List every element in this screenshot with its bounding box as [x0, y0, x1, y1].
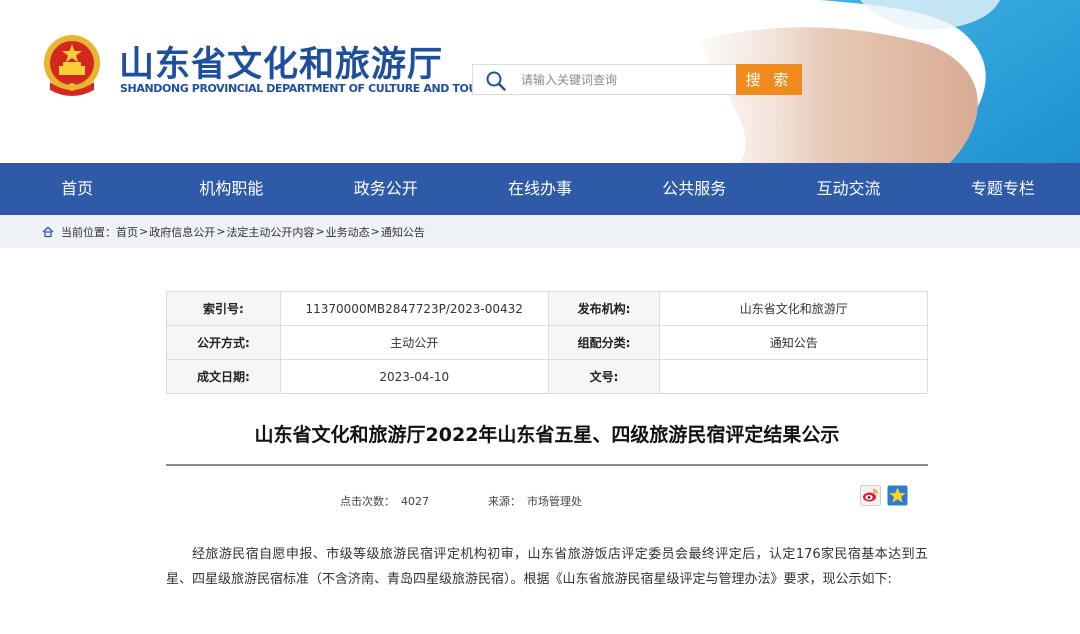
nav-item-home[interactable]: 首页: [0, 163, 154, 215]
search-icon: [486, 71, 506, 91]
breadcrumb-link-statutory[interactable]: 法定主动公开内容: [226, 224, 314, 240]
index-label: 索引号:: [166, 291, 281, 326]
article-body: 经旅游民宿自愿申报、市级等级旅游民宿评定机构初审，山东省旅游饭店评定委员会最终评…: [166, 547, 928, 587]
breadcrumb-separator: >: [139, 225, 149, 238]
breadcrumb-link-gov-info[interactable]: 政府信息公开: [149, 224, 215, 240]
nav-item-government-affairs[interactable]: 政务公开: [309, 163, 463, 215]
breadcrumb-link-home[interactable]: 首页: [116, 224, 138, 240]
search-input[interactable]: [521, 67, 731, 92]
publisher-value: 山东省文化和旅游厅: [659, 291, 928, 326]
table-row: 索引号: 11370000MB2847723P/2023-00432 发布机构:…: [166, 291, 928, 326]
breadcrumb-link-business[interactable]: 业务动态: [326, 224, 370, 240]
category-label: 组配分类:: [547, 325, 661, 360]
index-value: 11370000MB2847723P/2023-00432: [279, 291, 549, 326]
date-value: 2023-04-10: [279, 359, 549, 394]
weibo-icon[interactable]: [860, 485, 881, 506]
home-icon: [42, 226, 54, 237]
nav-item-special-topics[interactable]: 专题专栏: [926, 163, 1080, 215]
site-header: 山东省文化和旅游厅 SHANDONG PROVINCIAL DEPARTMENT…: [0, 0, 1080, 163]
breadcrumb-prefix: 当前位置：: [61, 225, 116, 239]
document-number-label: 文号:: [547, 359, 661, 394]
site-subtitle: SHANDONG PROVINCIAL DEPARTMENT OF CULTUR…: [120, 82, 507, 95]
clicks-value: 4027: [401, 495, 429, 508]
nav-item-interaction[interactable]: 互动交流: [771, 163, 925, 215]
breadcrumb-separator: >: [370, 225, 380, 238]
publisher-label: 发布机构:: [547, 291, 661, 326]
main-nav: 首页 机构职能 政务公开 在线办事 公共服务 互动交流 专题专栏: [0, 163, 1080, 215]
table-row: 公开方式: 主动公开 组配分类: 通知公告: [166, 325, 928, 360]
search-button[interactable]: 搜 索: [736, 64, 802, 95]
breadcrumb-link-notices[interactable]: 通知公告: [381, 224, 425, 240]
source-label: 来源：: [488, 495, 521, 508]
article-info: 点击次数： 4027 来源： 市场管理处: [340, 493, 588, 509]
source-value: 市场管理处: [527, 495, 582, 508]
disclosure-value: 主动公开: [279, 325, 549, 360]
date-label: 成文日期:: [166, 359, 281, 394]
disclosure-label: 公开方式:: [166, 325, 281, 360]
search-bar: 搜 索: [472, 64, 802, 95]
title-divider: [166, 464, 928, 466]
article-title: 山东省文化和旅游厅2022年山东省五星、四级旅游民宿评定结果公示: [254, 424, 840, 446]
site-title: 山东省文化和旅游厅: [119, 45, 444, 85]
national-emblem-icon: [44, 35, 100, 96]
nav-item-functions[interactable]: 机构职能: [154, 163, 308, 215]
breadcrumb-separator: >: [315, 225, 325, 238]
share-buttons: [860, 485, 908, 506]
breadcrumb-separator: >: [216, 225, 226, 238]
breadcrumb: 当前位置： 首页 > 政府信息公开 > 法定主动公开内容 > 业务动态 > 通知…: [0, 215, 1080, 248]
document-number-value: [659, 359, 928, 394]
favorite-star-icon[interactable]: [887, 485, 908, 506]
nav-item-public-services[interactable]: 公共服务: [617, 163, 771, 215]
nav-item-online-services[interactable]: 在线办事: [463, 163, 617, 215]
category-value: 通知公告: [659, 325, 928, 360]
document-metadata-table: 索引号: 11370000MB2847723P/2023-00432 发布机构:…: [166, 291, 928, 394]
table-row: 成文日期: 2023-04-10 文号:: [166, 359, 928, 394]
clicks-label: 点击次数：: [340, 495, 395, 508]
